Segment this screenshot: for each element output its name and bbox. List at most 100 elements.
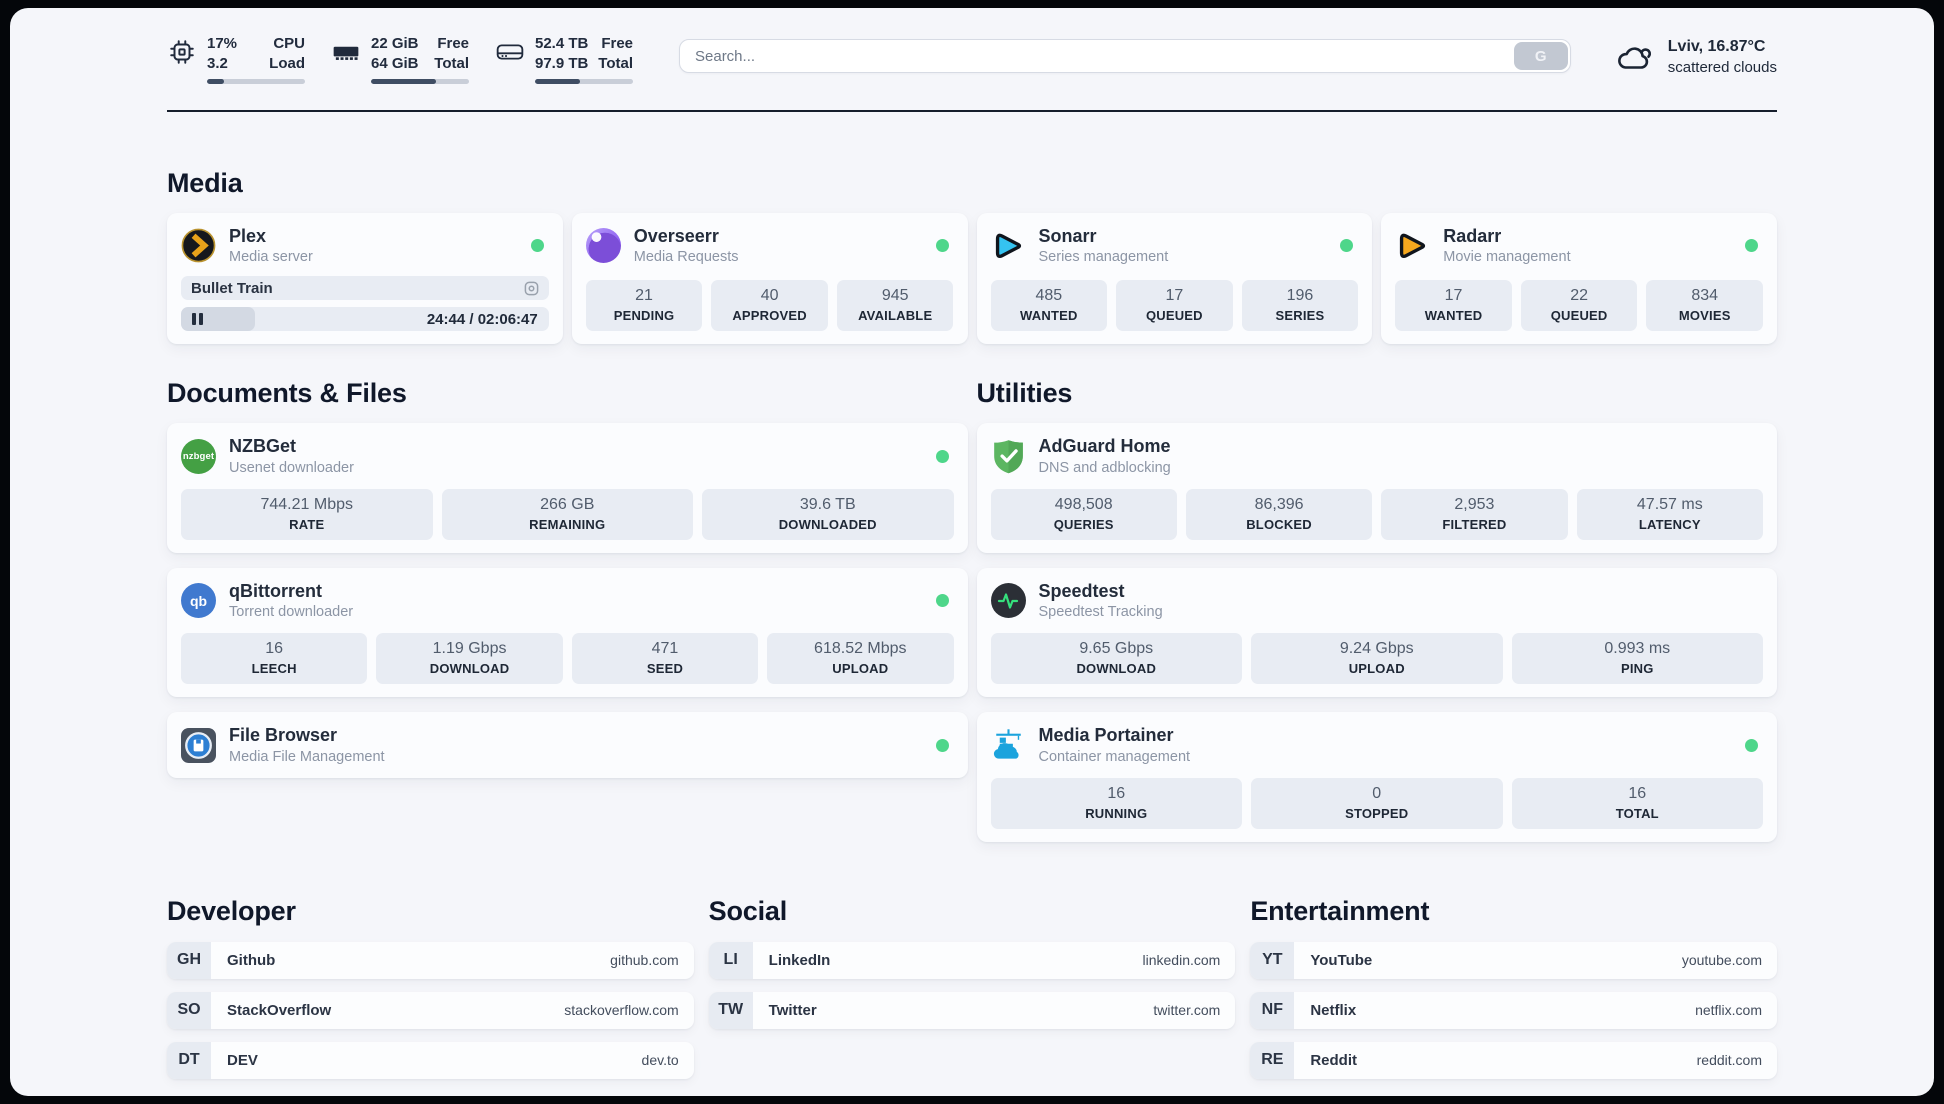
bookmark-stackoverflow[interactable]: SO StackOverflow stackoverflow.com: [167, 991, 694, 1029]
dashboard-page: 17% CPU 3.2 Load 22 GiB Free 64 GiB Total: [10, 8, 1934, 1096]
bookmark-name: DEV: [227, 1051, 258, 1069]
app-name: Plex: [229, 225, 267, 246]
app-card-portainer[interactable]: Media Portainer Container management 16 R…: [976, 712, 1777, 842]
stat-download: 9.65 Gbps DOWNLOAD: [990, 633, 1242, 685]
nzbget-icon: nzbget: [181, 438, 216, 474]
plex-icon: [181, 228, 216, 263]
bookmark-github[interactable]: GH Github github.com: [167, 941, 694, 979]
section-title-social: Social: [708, 895, 788, 926]
app-name: Overseerr: [633, 225, 719, 246]
stat-queued: 22 QUEUED: [1520, 280, 1638, 332]
stat-upload: 618.52 Mbps UPLOAD: [767, 633, 954, 685]
bookmark-dev[interactable]: DT DEV dev.to: [167, 1041, 694, 1079]
section-utilities: Utilities AdGuard Home DNS and adblockin…: [976, 378, 1777, 842]
ram-total: 64 GiB: [371, 54, 419, 72]
bookmark-name: Netflix: [1310, 1001, 1357, 1019]
bookmark-url: netflix.com: [1695, 1002, 1762, 1019]
app-card-sonarr[interactable]: Sonarr Series management 485 WANTED 17 QUE…: [976, 212, 1373, 345]
status-dot: [1745, 738, 1758, 752]
ram-total-label: Total: [434, 54, 469, 72]
qbittorrent-icon: qb: [181, 583, 216, 619]
bookmark-netflix[interactable]: NF Netflix netflix.com: [1250, 991, 1777, 1029]
section-documents: Documents & Files nzbget NZBGet Usenet d…: [167, 378, 968, 841]
bookmark-abbr: RE: [1250, 1041, 1295, 1079]
stat-ping: 0.993 ms PING: [1511, 633, 1763, 685]
stat-stopped: 0 STOPPED: [1251, 777, 1503, 829]
bookmark-url: youtube.com: [1681, 952, 1762, 969]
app-card-plex[interactable]: Plex Media server Bullet Train 24:44 / 0…: [167, 212, 563, 345]
stat-total: 16 TOTAL: [1511, 777, 1763, 829]
status-dot: [530, 238, 544, 252]
stat-wanted: 17 WANTED: [1395, 280, 1512, 332]
bookmark-abbr: DT: [167, 1041, 211, 1079]
bookmark-linkedin[interactable]: LI LinkedIn linkedin.com: [708, 941, 1236, 979]
bookmark-url: stackoverflow.com: [564, 1002, 679, 1019]
app-subtitle: Torrent downloader: [229, 604, 354, 621]
bookmark-group-developer: Developer GH Github github.com SO StackO…: [167, 896, 694, 1079]
media-grid: Plex Media server Bullet Train 24:44 / 0…: [167, 212, 1777, 345]
stat-available: 945 AVAILABLE: [836, 280, 954, 332]
stat-latency: 47.57 ms LATENCY: [1576, 488, 1763, 540]
bookmark-url: linkedin.com: [1142, 952, 1221, 969]
bookmark-name: YouTube: [1310, 951, 1373, 969]
stat-rate: 744.21 Mbps RATE: [181, 488, 433, 540]
app-name: Media Portainer: [1038, 725, 1174, 746]
topbar-divider: [167, 109, 1777, 112]
app-name: qBittorrent: [229, 580, 322, 601]
cloud-icon: [1617, 47, 1651, 69]
app-card-overseerr[interactable]: Overseerr Media Requests 21 PENDING 40 APP…: [571, 212, 968, 345]
disk-icon: [496, 44, 524, 60]
bookmark-twitter[interactable]: TW Twitter twitter.com: [708, 991, 1236, 1029]
section-title-entertainment: Entertainment: [1250, 895, 1430, 926]
stat-approved: 40 APPROVED: [711, 280, 828, 332]
playback-time: 24:44 / 02:06:47: [426, 310, 538, 328]
ram-free-label: Free: [437, 35, 469, 52]
stat-pending: 21 PENDING: [585, 280, 703, 332]
search-input[interactable]: [679, 39, 1571, 73]
cpu-label: CPU: [273, 35, 305, 52]
bookmark-group-entertainment: Entertainment YT YouTube youtube.com NF …: [1250, 896, 1777, 1079]
bookmark-name: StackOverflow: [227, 1001, 332, 1019]
disk-total: 97.9 TB: [535, 54, 589, 72]
bookmark-reddit[interactable]: RE Reddit reddit.com: [1250, 1041, 1777, 1079]
disk-progress-fill: [535, 78, 581, 84]
app-card-filebrowser[interactable]: File Browser Media File Management: [167, 712, 968, 778]
cpu-load: 3.2: [207, 54, 228, 72]
bookmark-abbr: TW: [708, 991, 753, 1029]
app-subtitle: Usenet downloader: [229, 459, 354, 476]
app-card-qbittorrent[interactable]: qb qBittorrent Torrent downloader 16 LEEC…: [167, 567, 968, 698]
bookmark-abbr: NF: [1250, 991, 1295, 1029]
cpu-percent: 17%: [207, 35, 238, 52]
app-subtitle: Media File Management: [229, 748, 385, 765]
sonarr-icon: [991, 228, 1026, 263]
disk-free: 52.4 TB: [535, 35, 589, 52]
stat-wanted: 485 WANTED: [990, 280, 1108, 332]
app-subtitle: Media server: [229, 249, 313, 266]
app-subtitle: DNS and adblocking: [1038, 459, 1171, 476]
bookmark-youtube[interactable]: YT YouTube youtube.com: [1250, 941, 1777, 979]
app-name: Radarr: [1443, 225, 1502, 246]
bookmark-url: github.com: [610, 952, 679, 969]
cpu-stats: 17% CPU 3.2 Load: [167, 34, 305, 84]
app-card-nzbget[interactable]: nzbget NZBGet Usenet downloader 744.21 M…: [167, 423, 968, 553]
stat-downloaded: 39.6 TB DOWNLOADED: [702, 488, 954, 540]
status-dot: [1340, 238, 1354, 252]
now-playing-row: Bullet Train: [181, 276, 549, 301]
bookmark-url: twitter.com: [1153, 1002, 1221, 1019]
bookmark-abbr: GH: [167, 941, 211, 979]
stat-queries: 498,508 QUERIES: [990, 488, 1177, 540]
cpu-progress-fill: [207, 78, 224, 84]
cpu-load-label: Load: [269, 54, 305, 72]
stat-series: 196 SERIES: [1241, 280, 1359, 332]
app-card-radarr[interactable]: Radarr Movie management 17 WANTED 22 QUEUE…: [1381, 212, 1777, 345]
filebrowser-icon: [181, 727, 216, 763]
search-engine-button[interactable]: G: [1513, 42, 1568, 70]
cpu-progress-track: [207, 78, 305, 84]
status-dot: [935, 738, 949, 752]
stat-remaining: 266 GB REMAINING: [441, 488, 693, 540]
radarr-icon: [1395, 228, 1430, 263]
app-card-speedtest[interactable]: Speedtest Speedtest Tracking 9.65 Gbps DO…: [976, 567, 1777, 698]
app-name: File Browser: [229, 725, 338, 746]
playback-progress-bar: 24:44 / 02:06:47: [181, 307, 549, 332]
app-card-adguard[interactable]: AdGuard Home DNS and adblocking 498,508 Q…: [976, 423, 1777, 553]
